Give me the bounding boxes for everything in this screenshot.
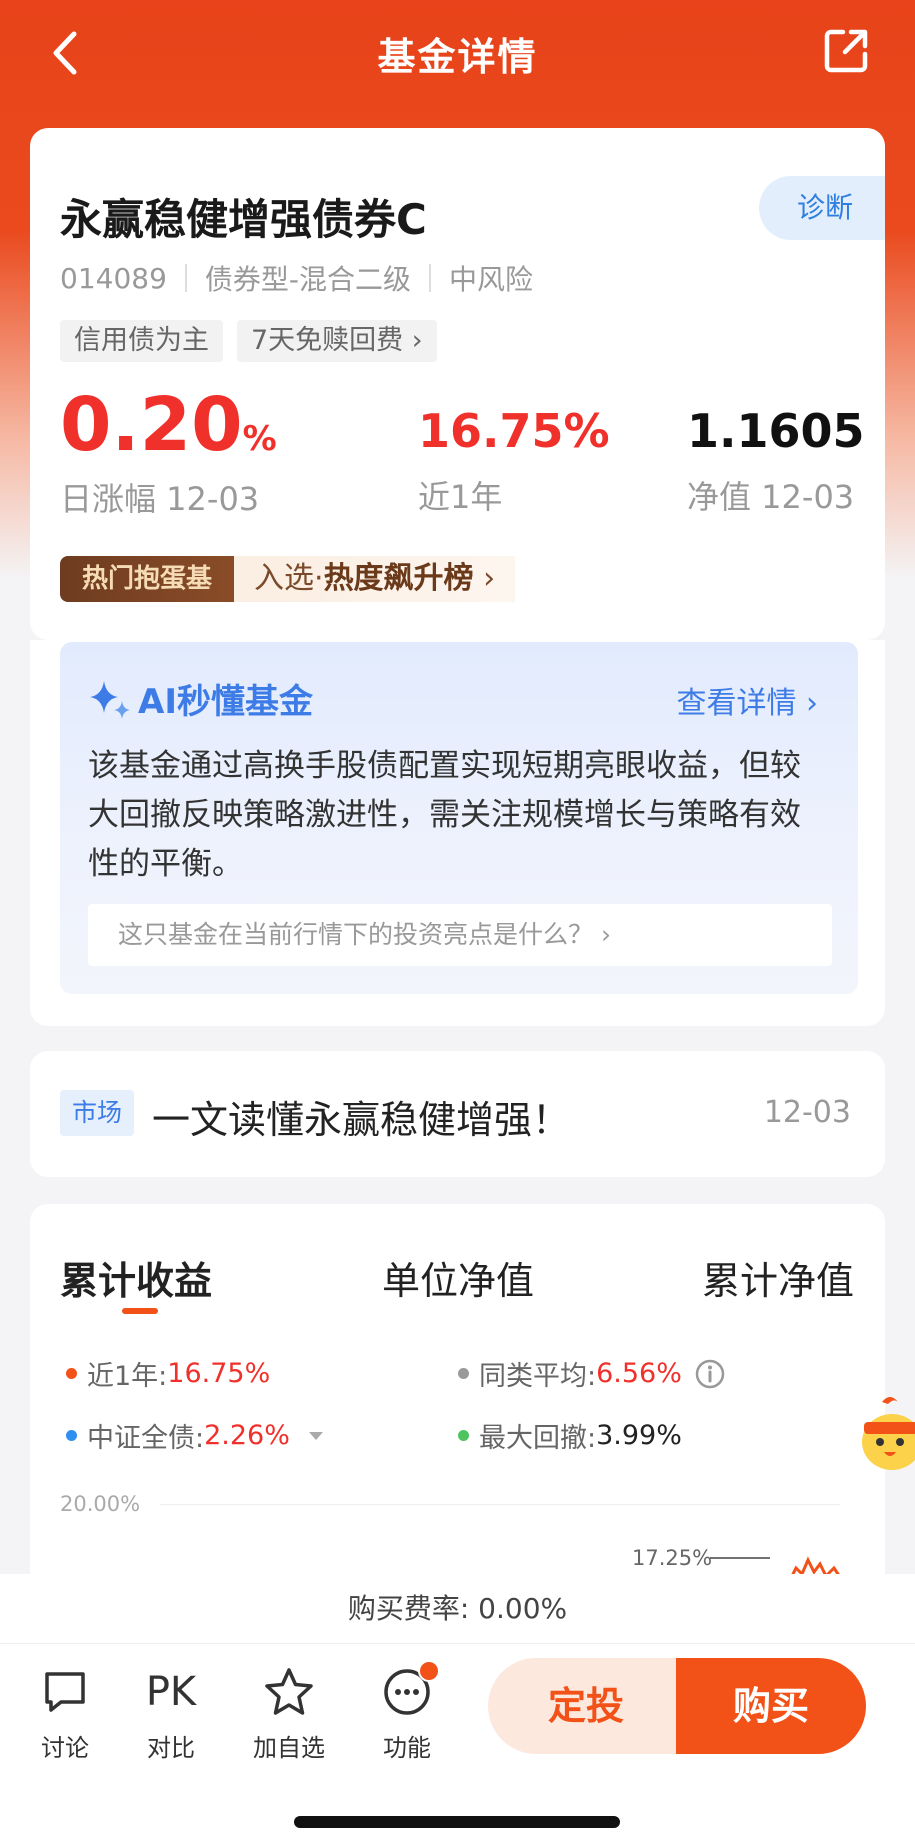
ai-summary-box: AI秒懂基金 查看详情 › 该基金通过高换手股债配置实现短期亮眼收益，但较大回撤… [60,642,858,994]
tab-unit-nav[interactable]: 单位净值 [382,1250,534,1305]
notification-dot [418,1660,440,1682]
auto-invest-button[interactable]: 定投 [488,1658,684,1754]
star-icon [265,1668,313,1715]
home-indicator-area [0,1766,915,1845]
fund-stats: 0.20% 日涨幅 12-03 16.75% 近1年 1.1605 净值 12-… [60,388,870,528]
purchase-fee-bar: 购买费率: 0.00% [0,1574,915,1644]
ai-description: 该基金通过高换手股债配置实现短期亮眼收益，但较大回撤反映策略激进性，需关注规模增… [88,748,801,882]
one-year-label: 近1年 [418,478,503,516]
compare-label: 对比 [147,1734,195,1762]
y-axis-label: 20.00% [60,1492,141,1516]
daily-change-value: 0.20 [60,382,243,468]
discuss-button[interactable]: 讨论 [20,1666,110,1763]
news-card[interactable]: 市场 一文读懂永赢稳健增强！ 12-03 [30,1051,885,1177]
news-tag: 市场 [60,1090,135,1136]
fund-name: 永赢稳健增强债券C [60,195,427,244]
share-icon[interactable] [821,26,871,76]
add-watchlist-label: 加自选 [253,1734,325,1762]
daily-change-unit: % [242,419,277,459]
ai-summary-card: AI秒懂基金 查看详情 › 该基金通过高换手股债配置实现短期亮眼收益，但较大回撤… [30,640,885,1026]
stat-daily-change: 0.20% 日涨幅 12-03 [60,388,277,520]
news-date: 12-03 [763,1095,851,1130]
fund-code: 014089 [60,261,167,295]
page-title: 基金详情 [377,35,538,79]
nav-value: 1.1605 [687,404,865,458]
ai-suggested-question[interactable]: 这只基金在当前行情下的投资亮点是什么？ › [88,904,832,966]
info-icon[interactable] [694,1358,726,1390]
compare-button[interactable]: PK 对比 [126,1666,216,1763]
hot-badge: 热门抱蛋基 [60,556,235,602]
tag-redemption-fee[interactable]: 7天免赎回费 › [237,320,437,362]
performance-card: 累计收益 单位净值 累计净值 近1年: 16.75% 同类平均: 6.56% 中证全… [30,1204,885,1624]
buy-button[interactable]: 购买 [676,1658,866,1754]
news-title: 一文读懂永赢稳健增强！ [152,1098,571,1142]
legend-benchmark[interactable]: 中证全债: 2.26% [66,1416,326,1455]
tag-credit-bond: 信用债为主 [60,320,223,362]
diagnose-button[interactable]: 诊断 [759,176,885,240]
tab-cumulative-return[interactable]: 累计收益 [60,1250,212,1305]
ai-view-details-link[interactable]: 查看详情 › [676,678,818,722]
hot-ranking-banner[interactable]: 热门抱蛋基 入选·热度飙升榜 › [60,556,516,602]
ai-title: AI秒懂基金 [88,674,313,723]
active-tab-indicator [122,1308,158,1314]
mascot-icon[interactable] [858,1392,915,1474]
ai-title-text: AI秒懂基金 [138,682,313,722]
grid-line [160,1504,840,1505]
tab-cumulative-nav[interactable]: 累计净值 [702,1250,854,1305]
divider [429,264,431,292]
chevron-right-icon: › [483,561,496,596]
fund-summary-card: 永赢稳健增强债券C 诊断 014089 债券型-混合二级 中风险 信用债为主 7… [30,128,885,640]
divider [184,264,187,292]
legend-peer-average: 同类平均: 6.56% [458,1354,726,1393]
fund-meta: 014089 债券型-混合二级 中风险 [60,258,533,298]
legend-dot [458,1430,469,1441]
fund-tags: 信用债为主 7天免赎回费 › [60,320,437,362]
fund-category: 债券型-混合二级 [204,263,411,296]
caret-down-icon[interactable] [306,1429,326,1443]
pk-icon: PK [145,1669,197,1715]
add-watchlist-button[interactable]: 加自选 [244,1666,334,1763]
nav-label: 净值 12-03 [687,478,855,516]
legend-max-drawdown: 最大回撤: 3.99% [458,1416,682,1455]
legend-dot [66,1368,77,1379]
functions-button[interactable]: 功能 [362,1660,452,1763]
chat-bubble-icon [45,1672,85,1712]
home-indicator[interactable] [294,1816,620,1828]
legend-one-year: 近1年: 16.75% [66,1354,270,1393]
legend-dot [458,1368,469,1379]
nav-bar: 基金详情 [0,0,915,110]
bottom-action-bar: 讨论 PK 对比 加自选 功能 定投 购买 [0,1644,915,1766]
stat-nav: 1.1605 净值 12-03 [687,408,865,518]
functions-label: 功能 [383,1734,431,1762]
discuss-label: 讨论 [41,1734,89,1762]
hot-text: 入选·热度飙升榜 › [234,556,516,602]
sparkle-icon [90,680,130,719]
legend-dot [66,1430,77,1441]
chart-tabs: 累计收益 单位净值 累计净值 [60,1250,856,1340]
fund-risk: 中风险 [449,263,534,296]
stat-one-year: 16.75% 近1年 [418,408,610,518]
one-year-value: 16.75% [418,404,610,458]
daily-change-label: 日涨幅 12-03 [60,480,260,518]
peak-value-label: 17.25% [632,1546,713,1570]
